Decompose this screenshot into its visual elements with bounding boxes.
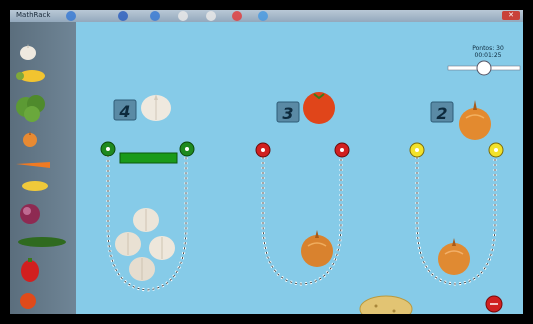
contained-onion[interactable] <box>301 230 333 267</box>
taskbar-icon[interactable] <box>66 11 76 21</box>
target-group-2: 3 <box>276 92 335 124</box>
contained-garlic[interactable] <box>115 232 141 256</box>
taskbar-icon[interactable] <box>178 11 188 21</box>
onion-target-icon <box>459 100 491 140</box>
target-number-1: 4 <box>118 102 130 121</box>
contained-garlic[interactable] <box>133 208 159 232</box>
onion-icon[interactable] <box>23 131 37 147</box>
rack-pin-left-1[interactable] <box>100 141 116 157</box>
rack-pin-right-1[interactable] <box>179 141 195 157</box>
broccoli-icon[interactable] <box>16 95 45 122</box>
tomato-icon[interactable] <box>20 293 36 309</box>
window-title: MathRack <box>16 11 51 19</box>
corn-icon[interactable] <box>16 70 45 82</box>
corn-icon[interactable] <box>22 181 48 191</box>
target-number-3: 2 <box>436 104 447 123</box>
title-bar: MathRack ✕ <box>10 10 523 22</box>
app-window: MathRack ✕ Pontos: 30 00:01:25 4 3 2 <box>10 10 523 314</box>
taskbar-icon[interactable] <box>258 11 268 21</box>
red-onion-icon[interactable] <box>20 204 40 224</box>
carrot-icon[interactable] <box>16 162 50 168</box>
slider-thumb[interactable] <box>476 60 492 76</box>
rack-pin-right-3[interactable] <box>488 142 504 158</box>
tomato-target-icon <box>303 92 335 124</box>
cucumber-icon[interactable] <box>18 237 66 247</box>
target-number-2: 3 <box>282 104 293 123</box>
game-board: Pontos: 30 00:01:25 4 3 2 <box>76 22 523 314</box>
contained-garlic[interactable] <box>129 257 155 281</box>
score-label: Pontos: 30 <box>472 45 504 52</box>
rack-pin-right-2[interactable] <box>334 142 350 158</box>
progress-bar <box>119 152 178 164</box>
loose-potato[interactable] <box>359 295 413 314</box>
vegetable-palette <box>10 22 76 314</box>
target-group-1: 4 <box>113 94 171 121</box>
taskbar-icon[interactable] <box>206 11 216 21</box>
rack-2 <box>261 152 343 286</box>
pepper-icon[interactable] <box>21 258 39 282</box>
contained-onion[interactable] <box>438 238 470 275</box>
taskbar-icon[interactable] <box>118 11 128 21</box>
taskbar-icon[interactable] <box>150 11 160 21</box>
taskbar-icon[interactable] <box>232 11 242 21</box>
speed-slider[interactable] <box>447 60 521 76</box>
garlic-icon[interactable] <box>20 44 36 60</box>
timer-label: 00:01:25 <box>475 52 502 59</box>
target-group-3: 2 <box>430 100 491 140</box>
rack-pin-left-2[interactable] <box>255 142 271 158</box>
contained-garlic[interactable] <box>149 236 175 260</box>
rack-pin-left-3[interactable] <box>409 142 425 158</box>
stop-button[interactable] <box>485 295 503 313</box>
garlic-target-icon <box>141 94 171 121</box>
close-button[interactable]: ✕ <box>502 11 520 20</box>
